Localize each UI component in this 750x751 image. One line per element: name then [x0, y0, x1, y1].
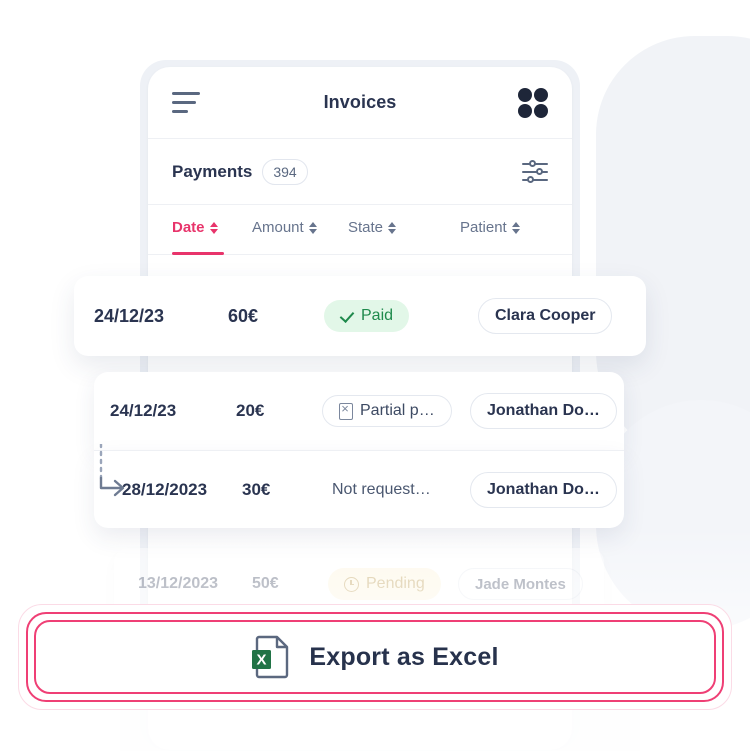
row-patient-chip[interactable]: Jonathan Do… — [470, 393, 617, 429]
status-badge-partial-payment: Partial p… — [322, 395, 452, 427]
column-header-patient[interactable]: Patient — [460, 219, 521, 236]
status-badge-not-requested: Not request… — [332, 474, 431, 506]
active-column-underline — [172, 252, 224, 255]
row-state: Pending — [328, 568, 441, 600]
screenshot-root: Invoices Payments 394 Date Amount State … — [0, 0, 750, 751]
row-state: Partial p… — [322, 395, 452, 427]
table-row[interactable]: 24/12/23 20€ Partial p… Jonathan Do… — [94, 372, 624, 450]
row-patient-chip[interactable]: Clara Cooper — [478, 298, 613, 334]
column-header-date[interactable]: Date — [172, 219, 219, 236]
table-row[interactable]: 24/12/23 60€ Paid Clara Cooper — [74, 276, 646, 356]
status-badge-label: Not request… — [332, 480, 431, 498]
filter-sliders-icon[interactable] — [522, 159, 548, 185]
page-title: Invoices — [323, 92, 397, 112]
column-header-state[interactable]: State — [348, 219, 397, 236]
export-as-excel-button[interactable]: X Export as Excel — [34, 620, 716, 694]
row-amount: 50€ — [252, 575, 279, 592]
column-header-state-label: State — [348, 219, 384, 236]
hamburger-menu-icon[interactable] — [172, 92, 202, 114]
clock-icon — [344, 576, 359, 592]
table-sub-row[interactable]: 28/12/2023 30€ Not request… Jonathan Do… — [94, 450, 624, 528]
row-state: Paid — [324, 300, 410, 332]
column-header-patient-label: Patient — [460, 219, 507, 236]
svg-text:X: X — [257, 652, 267, 669]
row-date: 24/12/23 — [94, 305, 165, 326]
branch-arrow-icon — [99, 444, 125, 497]
sort-updown-icon — [388, 221, 397, 235]
app-header: Invoices — [148, 67, 572, 139]
sort-updown-icon — [511, 221, 521, 235]
row-amount: 60€ — [228, 305, 259, 326]
receipt-x-icon — [339, 400, 353, 420]
column-header-amount[interactable]: Amount — [252, 219, 318, 236]
status-badge-label: Partial p… — [360, 402, 435, 419]
row-patient-chip[interactable]: Jonathan Do… — [470, 471, 617, 508]
status-badge-paid: Paid — [324, 300, 410, 332]
row-amount: 30€ — [242, 479, 271, 499]
payments-bar: Payments 394 — [148, 139, 572, 205]
status-badge-label: Pending — [366, 575, 425, 592]
check-icon — [340, 309, 354, 323]
quatrefoil-logo-icon[interactable] — [518, 87, 548, 118]
row-state: Not request… — [332, 474, 431, 506]
status-badge-pending: Pending — [328, 568, 441, 600]
row-date: 13/12/2023 — [138, 575, 219, 592]
status-badge-label: Paid — [361, 307, 394, 324]
row-date: 24/12/23 — [110, 401, 177, 420]
sort-updown-icon — [308, 221, 318, 235]
column-header-amount-label: Amount — [252, 219, 304, 236]
column-header-date-label: Date — [172, 219, 205, 236]
payments-count-badge: 394 — [262, 158, 308, 185]
row-date: 28/12/2023 — [122, 479, 208, 499]
excel-file-icon: X — [252, 635, 289, 679]
sort-updown-icon — [209, 221, 219, 235]
row-patient-chip[interactable]: Jade Montes — [458, 568, 583, 600]
table-column-headers: Date Amount State Patient — [148, 205, 572, 255]
row-amount: 20€ — [236, 401, 265, 420]
payments-label: Payments — [172, 161, 253, 181]
export-button-label: Export as Excel — [309, 642, 499, 671]
